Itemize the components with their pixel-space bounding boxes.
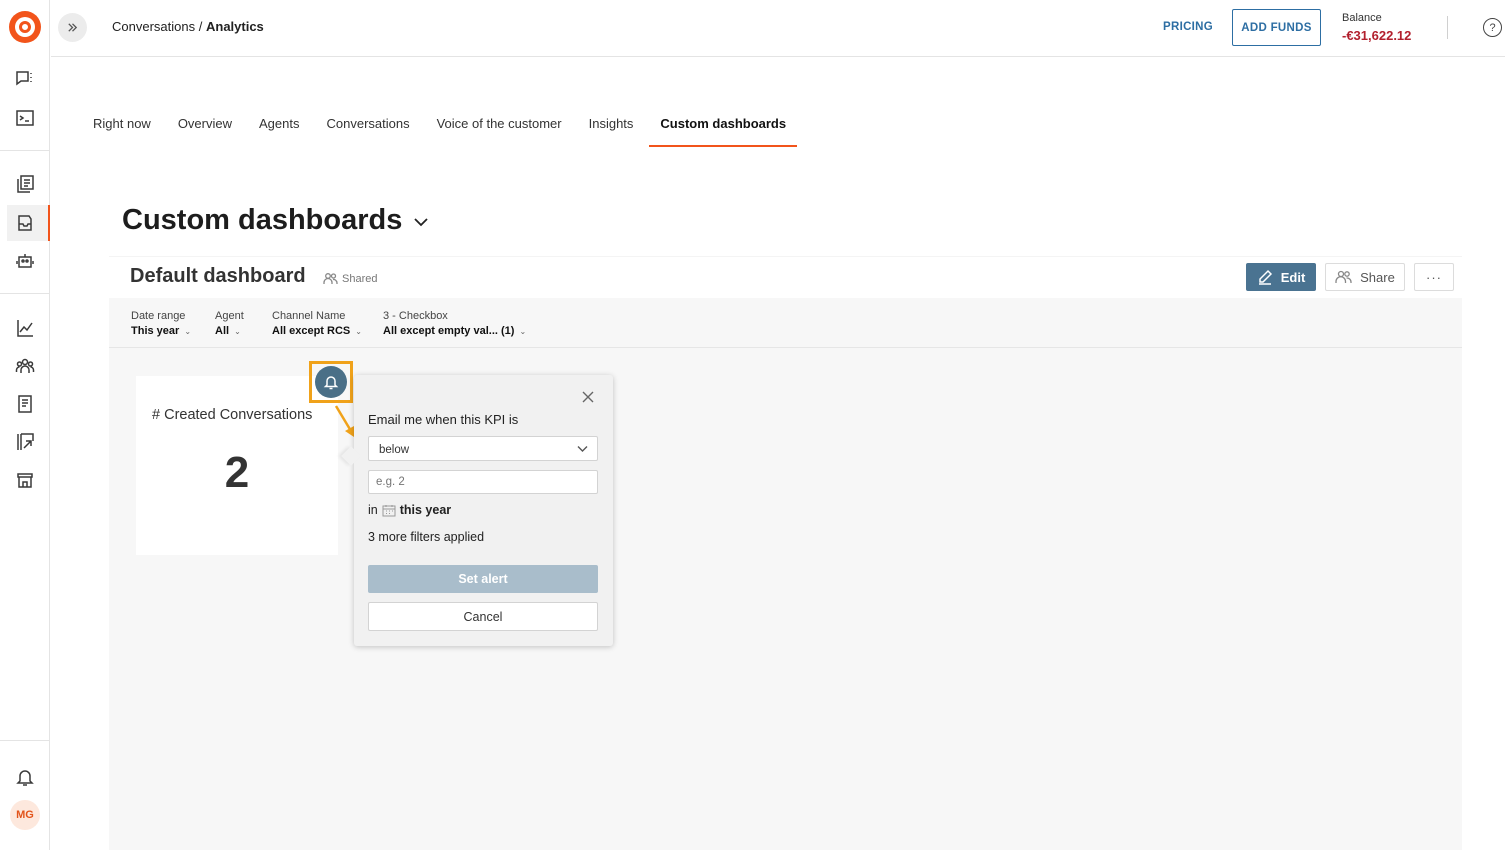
more-options-button[interactable]: ··· (1414, 263, 1454, 291)
sidebar: MG (0, 0, 50, 850)
sidebar-divider (0, 150, 50, 151)
store-icon[interactable] (13, 468, 37, 492)
share-button[interactable]: Share (1325, 263, 1405, 291)
filter-agent[interactable]: Agent All ⌄ (215, 310, 244, 337)
alert-filters-note: 3 more filters applied (368, 530, 485, 544)
analytics-chart-icon[interactable] (13, 316, 37, 340)
alert-condition-select[interactable]: below (368, 436, 598, 461)
chevron-down-icon[interactable] (413, 214, 429, 230)
add-funds-button[interactable]: ADD FUNDS (1232, 9, 1321, 46)
expand-sidebar-button[interactable] (58, 13, 87, 42)
tab-insights[interactable]: Insights (589, 116, 634, 147)
tutorial-highlight (309, 361, 353, 403)
sidebar-divider (0, 740, 50, 741)
tab-conversations[interactable]: Conversations (326, 116, 409, 147)
filter-value: This year (131, 325, 180, 337)
bell-icon[interactable] (13, 765, 37, 789)
filter-value: All except RCS (272, 325, 351, 337)
chevron-down-icon: ⌄ (355, 326, 362, 336)
breadcrumb-separator: / (198, 19, 203, 34)
shared-label: Shared (342, 272, 378, 285)
page-title: Custom dashboards (122, 204, 403, 236)
people-icon[interactable] (13, 354, 37, 378)
filter-label: Date range (131, 310, 186, 322)
breadcrumb-current: Analytics (205, 19, 264, 34)
alert-condition-label: Email me when this KPI is (368, 412, 519, 427)
analytics-tabs: Right now Overview Agents Conversations … (93, 116, 813, 147)
filter-checkbox[interactable]: 3 - Checkbox All except empty val... (1)… (383, 310, 526, 337)
tab-agents[interactable]: Agents (259, 116, 299, 147)
chevron-down-icon: ⌄ (184, 326, 192, 336)
sidebar-divider (0, 293, 50, 294)
widget-value: 2 (224, 448, 250, 497)
filter-value: All (215, 325, 230, 337)
filter-channel-name[interactable]: Channel Name All except RCS ⌄ (272, 310, 362, 337)
brand-logo[interactable] (9, 11, 41, 43)
set-alert-button[interactable]: Set alert (368, 565, 598, 593)
alert-period-prefix: in (368, 503, 378, 517)
dashboard-title: Default dashboard (130, 265, 306, 287)
edit-label: Edit (1280, 269, 1306, 285)
export-icon[interactable] (13, 430, 37, 454)
avatar[interactable]: MG (10, 800, 40, 830)
close-icon[interactable] (580, 389, 596, 405)
breadcrumb: Conversations / Analytics (112, 19, 264, 34)
bot-icon[interactable] (13, 249, 37, 273)
topbar: Conversations / Analytics PRICING ADD FU… (51, 0, 1505, 57)
share-label: Share (1360, 269, 1395, 285)
chat-list-icon[interactable] (13, 67, 37, 91)
tab-voice-of-the-customer[interactable]: Voice of the customer (437, 116, 562, 147)
pencil-icon (1258, 269, 1272, 285)
tab-right-now[interactable]: Right now (93, 116, 151, 147)
balance-label: Balance (1342, 12, 1382, 24)
topbar-divider (1447, 16, 1448, 39)
double-chevron-right-icon (68, 23, 78, 32)
filter-divider (109, 347, 1462, 348)
alert-period-value: this year (399, 503, 452, 517)
calendar-icon (382, 504, 396, 516)
inbox-icon[interactable] (13, 211, 37, 235)
tab-custom-dashboards[interactable]: Custom dashboards (649, 116, 797, 147)
shared-people-icon (323, 273, 338, 284)
notebook-icon[interactable] (13, 392, 37, 416)
documents-icon[interactable] (13, 172, 37, 196)
edit-button[interactable]: Edit (1246, 263, 1316, 291)
balance-value: -€31,622.12 (1342, 28, 1412, 43)
alert-condition-value: below (379, 444, 410, 456)
cancel-button[interactable]: Cancel (368, 602, 598, 631)
help-icon[interactable]: ? (1483, 18, 1502, 37)
shared-badge: Shared (323, 272, 377, 285)
pricing-link[interactable]: PRICING (1163, 21, 1213, 33)
chevron-down-icon: ⌄ (234, 326, 241, 336)
tab-overview[interactable]: Overview (178, 116, 232, 147)
alert-threshold-input[interactable] (368, 470, 598, 494)
chevron-down-icon: ⌄ (519, 326, 527, 336)
filter-label: Agent (215, 310, 244, 322)
filter-label: Channel Name (272, 310, 346, 322)
breadcrumb-parent[interactable]: Conversations (112, 19, 195, 34)
filter-value: All except empty val... (1) (383, 325, 515, 337)
alert-period: in this year (368, 503, 451, 517)
filter-label: 3 - Checkbox (383, 310, 448, 322)
share-people-icon (1335, 270, 1352, 283)
filter-date-range[interactable]: Date range This year ⌄ (131, 310, 191, 337)
kpi-widget[interactable]: # Created Conversations 2 (136, 376, 338, 555)
chevron-down-icon (577, 446, 588, 452)
widget-title: # Created Conversations (152, 407, 313, 423)
terminal-icon[interactable] (13, 106, 37, 130)
